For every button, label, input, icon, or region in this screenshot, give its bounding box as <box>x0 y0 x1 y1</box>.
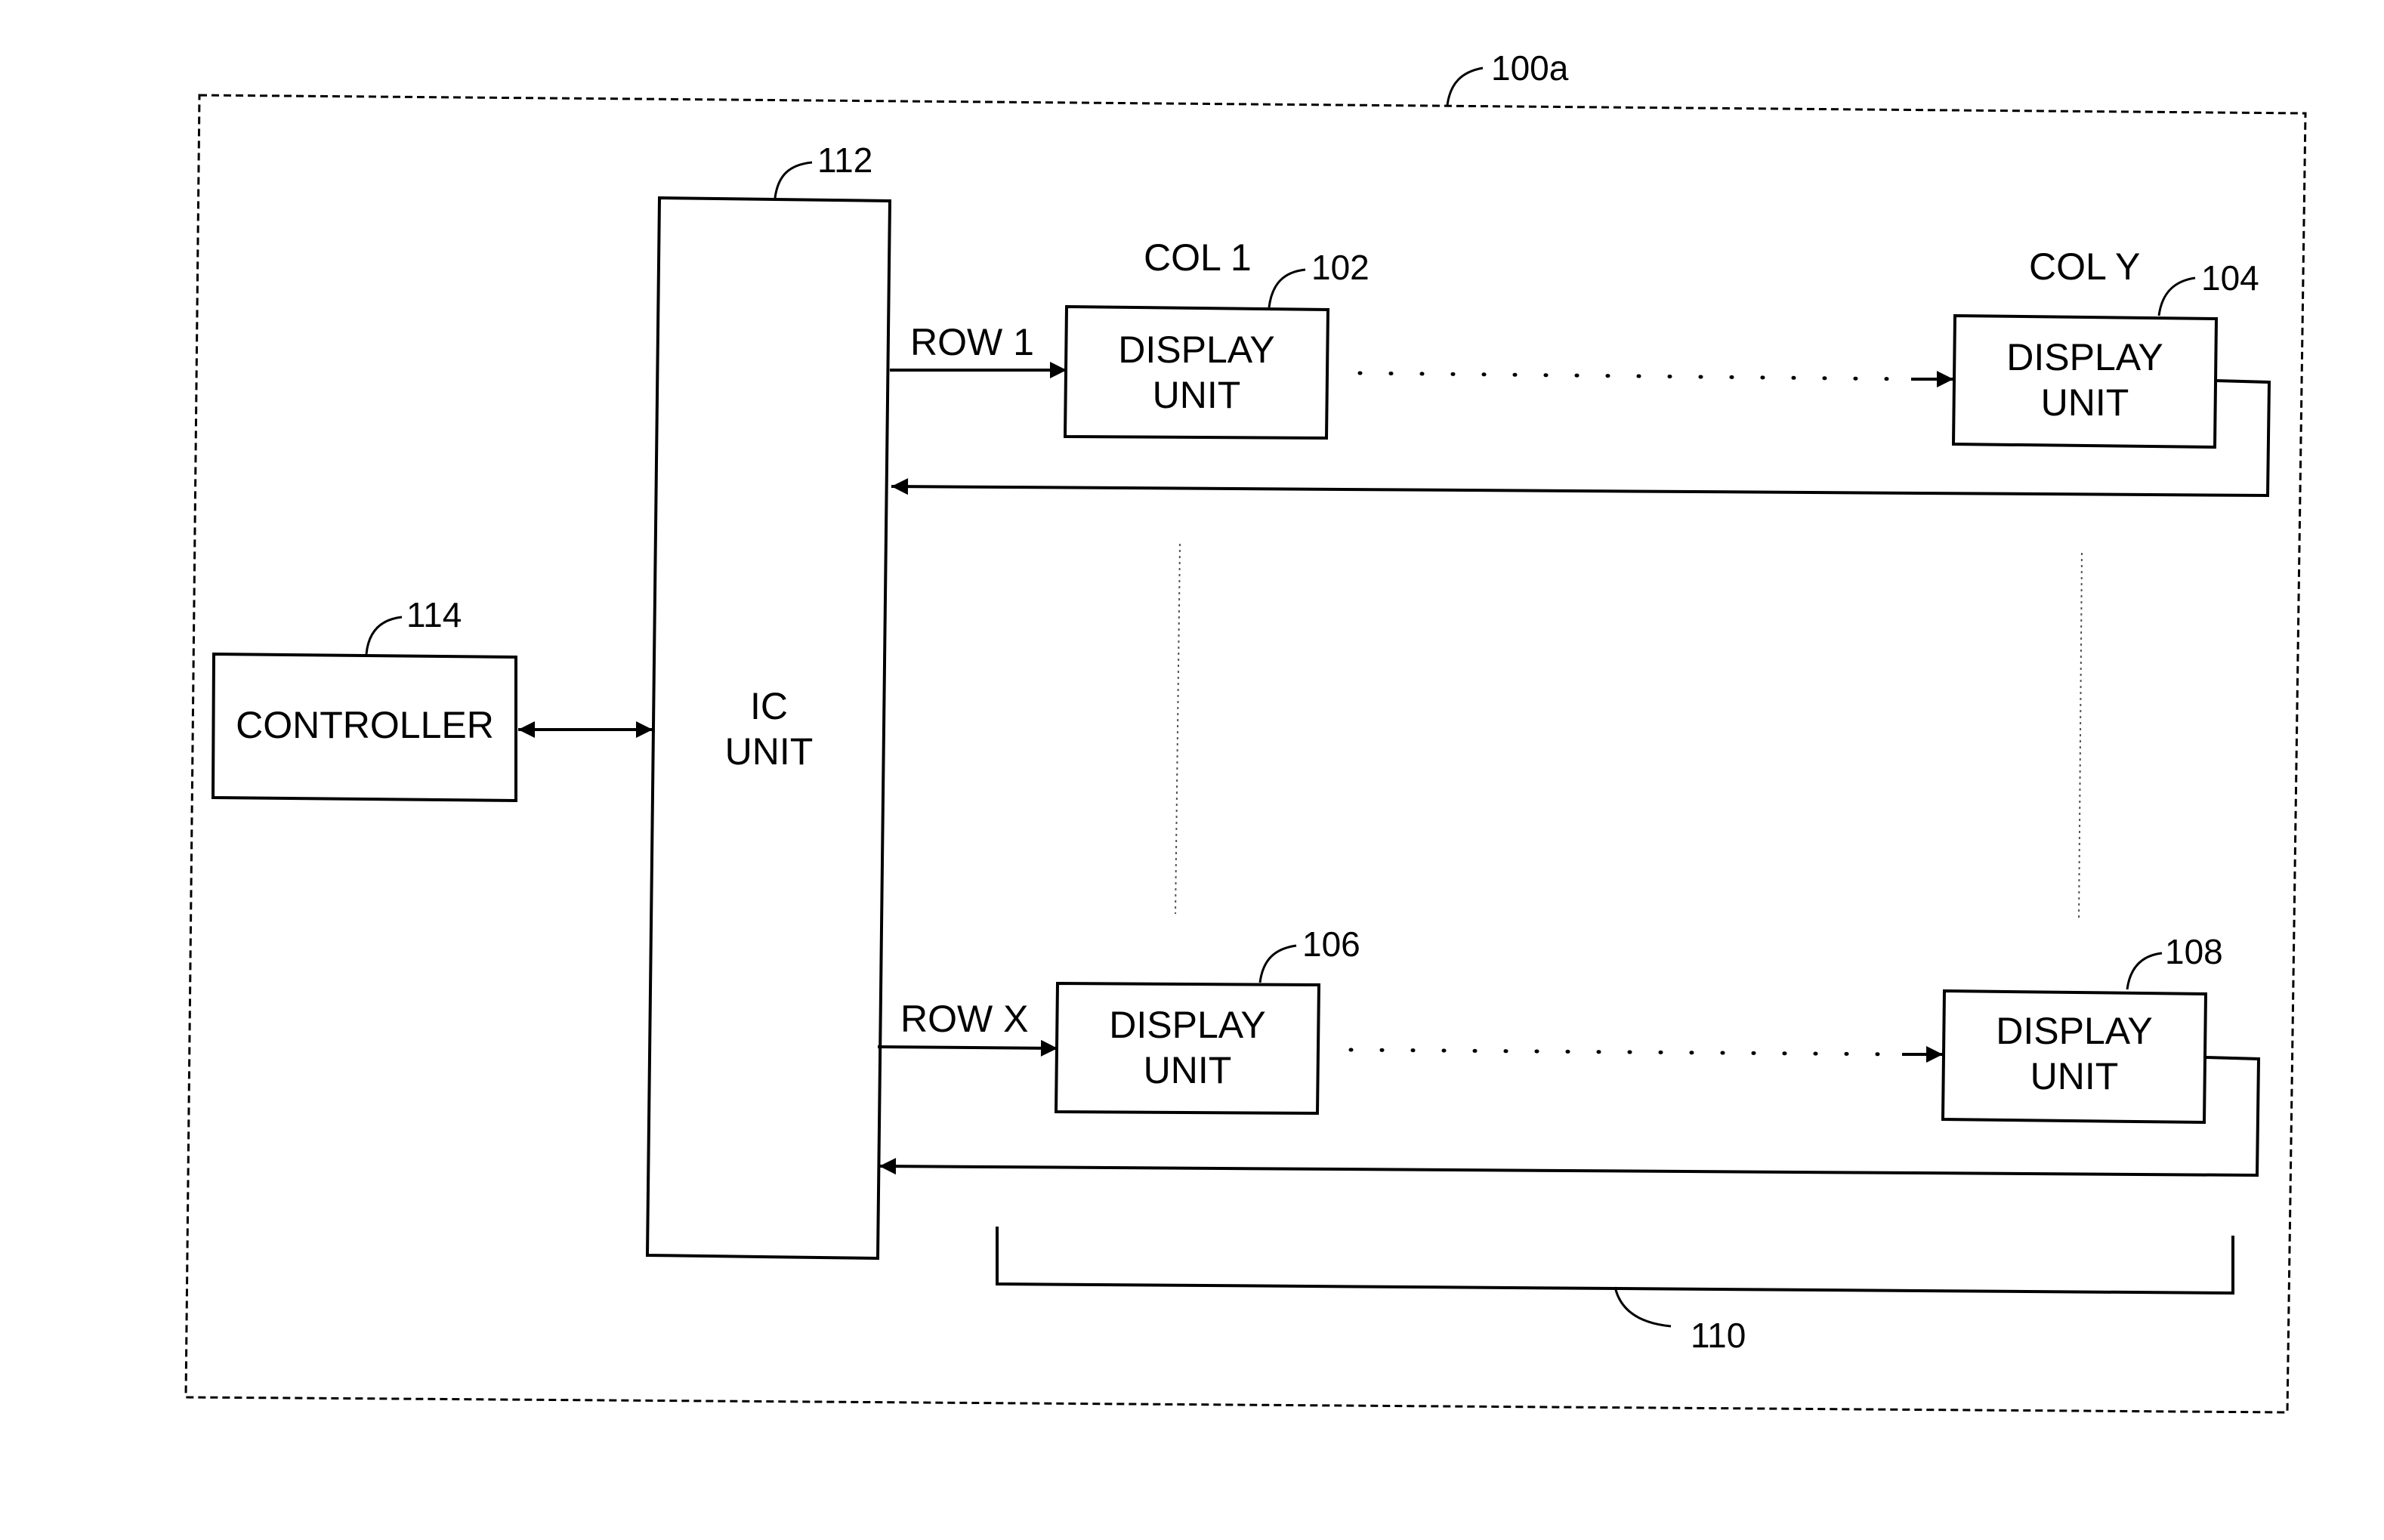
column-y-vertical-continuation <box>2078 552 2083 922</box>
display-unit-106-line2: UNIT <box>1144 1049 1232 1091</box>
display-unit-108-line1: DISPLAY <box>1996 1010 2153 1052</box>
leader-108 <box>2126 952 2163 990</box>
display-unit-104-line1: DISPLAY <box>2006 336 2163 378</box>
ref-110: 110 <box>1691 1316 1746 1355</box>
col-y-label: COL Y <box>2029 245 2140 288</box>
display-array-bracket <box>996 1227 2234 1295</box>
ic-unit-label-line1: IC <box>750 685 788 727</box>
ref-108: 108 <box>2165 932 2223 971</box>
display-unit-104-line2: UNIT <box>2041 381 2129 424</box>
leader-110 <box>1614 1286 1672 1328</box>
row-1-label: ROW 1 <box>910 321 1034 363</box>
leader-102 <box>1268 268 1306 308</box>
display-unit-104: DISPLAY UNIT <box>1951 313 2219 449</box>
leader-106 <box>1258 944 1297 983</box>
leader-114 <box>365 616 403 655</box>
ref-104: 104 <box>2201 258 2259 298</box>
system-boundary <box>184 94 2307 1414</box>
display-unit-102-line1: DISPLAY <box>1118 329 1275 371</box>
ref-112: 112 <box>817 140 872 180</box>
ref-106: 106 <box>1302 924 1360 964</box>
display-unit-106-line1: DISPLAY <box>1109 1004 1266 1046</box>
leader-100a <box>1446 66 1484 106</box>
column-1-vertical-continuation <box>1175 543 1181 915</box>
leader-112 <box>774 161 813 199</box>
display-unit-102-line2: UNIT <box>1153 374 1241 416</box>
ref-114: 114 <box>406 595 462 634</box>
ic-unit: IC UNIT <box>645 196 892 1261</box>
display-unit-106: DISPLAY UNIT <box>1054 981 1321 1116</box>
row-x-arrow <box>877 1039 1058 1057</box>
ref-102: 102 <box>1311 248 1370 287</box>
controller-label: CONTROLLER <box>236 704 494 746</box>
ref-100a: 100a <box>1491 48 1569 88</box>
leader-104 <box>2157 276 2196 316</box>
controller: CONTROLLER <box>211 652 517 803</box>
row-1-dotted-connector <box>1357 371 1913 381</box>
col-1-label: COL 1 <box>1144 236 1252 279</box>
row-x-label: ROW X <box>900 998 1028 1040</box>
block-diagram: 100a IC UNIT 112 CONTROLLER 114 ROW 1 CO… <box>184 48 2307 1414</box>
display-unit-108: DISPLAY UNIT <box>1941 989 2208 1125</box>
row-x-dotted-connector <box>1348 1048 1904 1057</box>
display-unit-102: DISPLAY UNIT <box>1063 304 1330 440</box>
ic-unit-label-line2: UNIT <box>725 730 814 773</box>
display-unit-108-line2: UNIT <box>2030 1055 2119 1097</box>
